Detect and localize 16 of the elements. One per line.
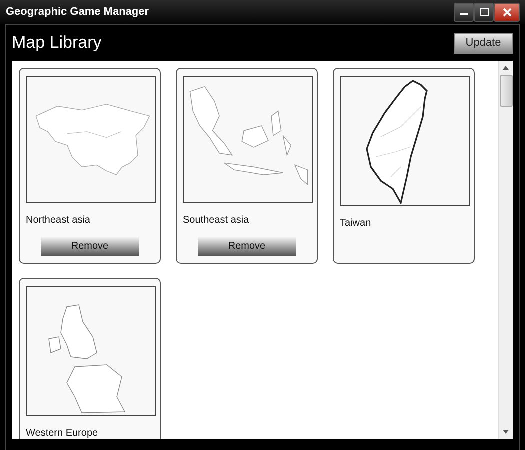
map-name: Southeast asia bbox=[183, 215, 250, 226]
window-title: Geographic Game Manager bbox=[6, 6, 150, 18]
remove-button[interactable]: Remove bbox=[41, 236, 139, 256]
map-name: Western Europe bbox=[26, 428, 100, 439]
map-name: Northeast asia bbox=[26, 215, 92, 226]
maximize-button[interactable] bbox=[474, 2, 494, 22]
scrollbar[interactable] bbox=[498, 61, 513, 439]
page-title: Map Library bbox=[12, 33, 102, 53]
scroll-thumb[interactable] bbox=[500, 75, 512, 107]
close-icon bbox=[502, 8, 512, 16]
update-button[interactable]: Update bbox=[454, 32, 513, 54]
close-button[interactable] bbox=[494, 2, 520, 22]
remove-button[interactable]: Remove bbox=[198, 236, 296, 256]
minimize-button[interactable] bbox=[454, 2, 474, 22]
map-name: Taiwan bbox=[340, 218, 372, 229]
maximize-icon bbox=[480, 8, 488, 16]
